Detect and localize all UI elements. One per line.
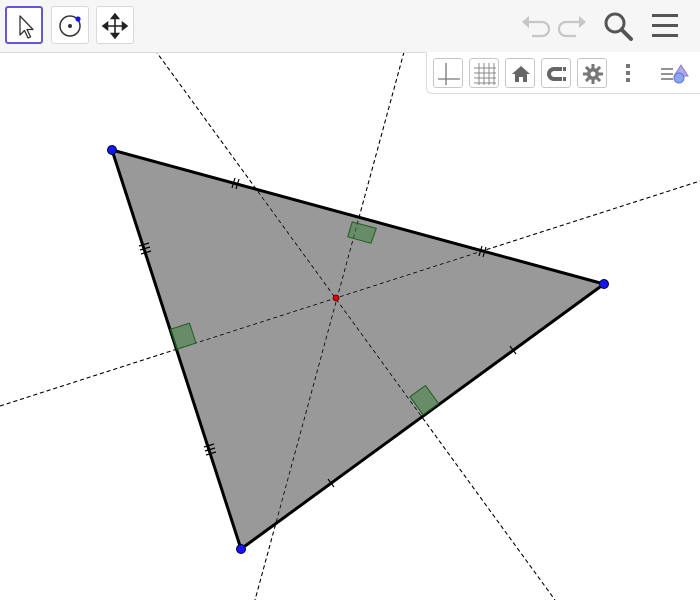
move-tool-button[interactable] (5, 6, 43, 44)
circle-tool-button[interactable] (51, 6, 89, 44)
toolbar (0, 0, 700, 53)
home-icon (512, 66, 530, 82)
standard-view-button[interactable] (505, 58, 535, 88)
four-arrows-icon (101, 12, 129, 40)
vertex-point-b[interactable] (599, 279, 609, 289)
more-vertical-icon (626, 64, 630, 82)
settings-button[interactable] (577, 58, 607, 88)
undo-button[interactable] (518, 8, 554, 44)
circumcenter-point[interactable] (332, 294, 340, 302)
redo-button[interactable] (554, 8, 590, 44)
axes-icon (438, 63, 460, 85)
graphics-style-bar (426, 52, 700, 94)
grid-icon (474, 63, 496, 85)
more-options-button[interactable] (613, 58, 643, 88)
arrow-cursor-icon (19, 15, 34, 39)
point-capturing-button[interactable] (541, 58, 571, 88)
vertex-point-c[interactable] (236, 544, 246, 554)
triangle-polygon[interactable] (110, 148, 606, 551)
algebra-view-toggle-icon (661, 64, 689, 84)
main-menu-button[interactable] (648, 8, 684, 44)
gear-icon (583, 64, 603, 84)
vertex-point-a[interactable] (107, 145, 117, 155)
menu-icon (652, 14, 678, 37)
magnet-icon (547, 67, 566, 81)
undo-icon (522, 16, 551, 38)
show-axes-button[interactable] (433, 58, 463, 88)
search-icon (604, 12, 633, 41)
show-grid-button[interactable] (469, 58, 499, 88)
search-button[interactable] (600, 8, 636, 44)
toggle-algebra-view-button[interactable] (659, 58, 689, 88)
redo-icon (557, 16, 586, 38)
circle-center-point-icon (59, 15, 81, 37)
move-graphics-view-button[interactable] (96, 6, 134, 44)
